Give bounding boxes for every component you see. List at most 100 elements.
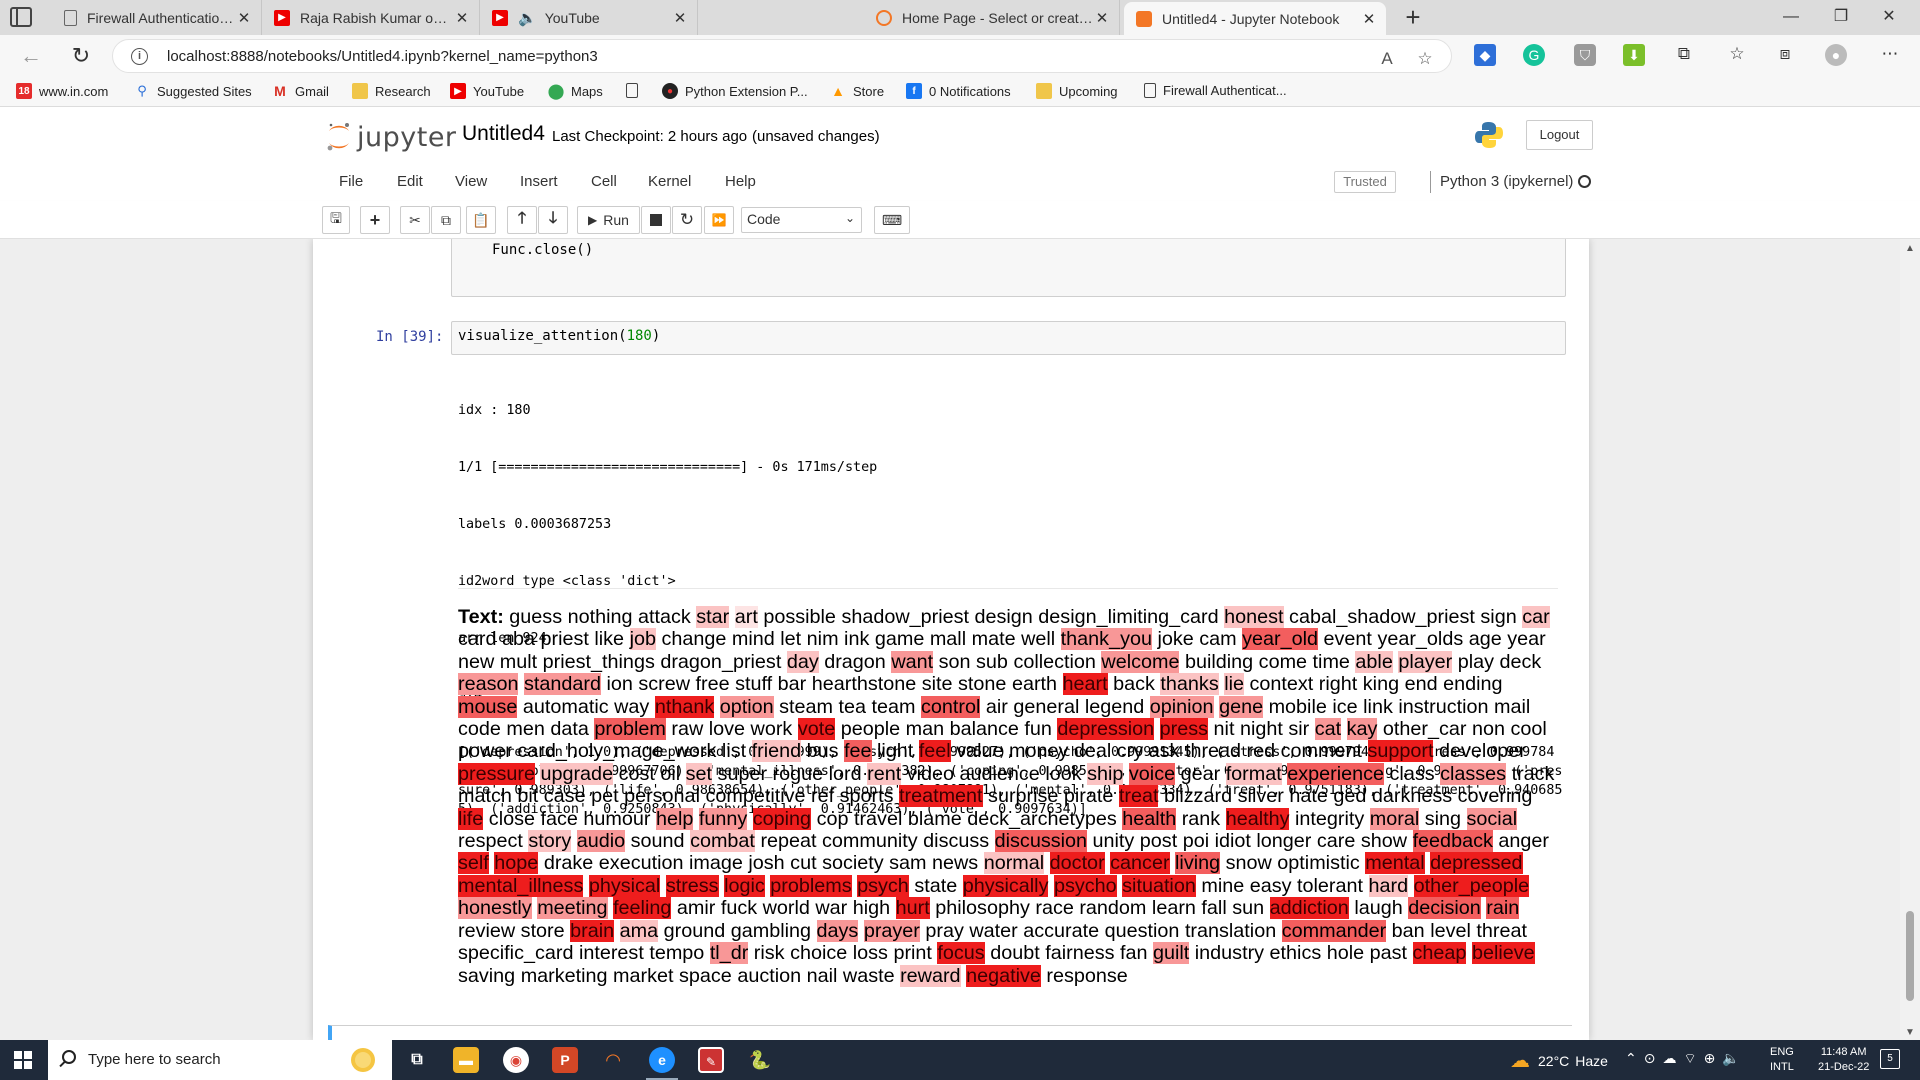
new-tab-button[interactable]: + bbox=[1398, 2, 1428, 33]
menu-cell[interactable]: Cell bbox=[591, 173, 617, 190]
windows-start-icon[interactable] bbox=[14, 1051, 32, 1069]
system-tray[interactable]: ⌃⊙☁⌔⊕🔈 bbox=[1625, 1050, 1747, 1068]
move-up-button[interactable]: 🡑 bbox=[507, 206, 537, 234]
url-text[interactable]: localhost:8888/notebooks/Untitled4.ipynb… bbox=[167, 48, 598, 65]
close-window-button[interactable]: ✕ bbox=[1866, 4, 1912, 30]
copy-button[interactable]: ⧉ bbox=[431, 206, 461, 234]
read-aloud-icon[interactable]: A bbox=[1375, 49, 1399, 69]
url-bar[interactable]: i localhost:8888/notebooks/Untitled4.ipy… bbox=[112, 39, 1452, 73]
move-down-button[interactable]: 🡓 bbox=[538, 206, 568, 234]
close-icon[interactable]: ✕ bbox=[1360, 10, 1378, 28]
menu-file[interactable]: File bbox=[339, 173, 363, 190]
jupyter-taskbar-icon[interactable]: ◠ bbox=[600, 1047, 626, 1073]
fav-store[interactable]: ▲ Store bbox=[830, 83, 884, 99]
taskbar-search-box[interactable]: Type here to search bbox=[48, 1040, 392, 1080]
trusted-badge[interactable]: Trusted bbox=[1334, 171, 1396, 193]
code-cell-input[interactable]: visualize_attention(180) bbox=[451, 321, 1566, 355]
attention-word: mate bbox=[971, 628, 1016, 651]
fav-notifications[interactable]: f 0 Notifications bbox=[906, 83, 1011, 99]
fav-maps[interactable]: ⬤ Maps bbox=[548, 83, 603, 100]
tab-firewall[interactable]: Firewall Authentication Keepalive ✕ bbox=[52, 0, 262, 35]
interrupt-button[interactable] bbox=[641, 206, 671, 234]
insert-cell-button[interactable]: + bbox=[360, 206, 390, 234]
fav-in-com[interactable]: 18 www.in.com bbox=[16, 83, 108, 99]
logout-button[interactable]: Logout bbox=[1526, 120, 1593, 150]
python-taskbar-icon[interactable]: 🐍 bbox=[747, 1047, 773, 1073]
run-button[interactable]: ▶ Run bbox=[577, 206, 640, 234]
next-cell[interactable] bbox=[328, 1025, 1572, 1040]
scroll-down-icon[interactable]: ▼ bbox=[1905, 1027, 1915, 1038]
scrollbar-thumb[interactable] bbox=[1906, 911, 1914, 1001]
restart-run-all-button[interactable]: ⏩ bbox=[704, 206, 734, 234]
notification-center-icon[interactable]: 5 bbox=[1880, 1049, 1900, 1069]
info-icon[interactable]: i bbox=[131, 48, 148, 65]
more-menu-icon[interactable]: ⋯ bbox=[1878, 44, 1902, 64]
grammarly-icon[interactable]: G bbox=[1523, 44, 1545, 66]
fav-python-extension[interactable]: ● Python Extension P... bbox=[662, 83, 808, 99]
network-icon[interactable]: ⊙ bbox=[1644, 1050, 1663, 1066]
fav-upcoming[interactable]: Upcoming bbox=[1036, 83, 1118, 99]
extension-diamond-icon[interactable]: ◆ bbox=[1474, 44, 1496, 66]
tab-home-page[interactable]: Home Page - Select or create a notebook … bbox=[864, 0, 1120, 35]
jupyter-logo[interactable]: jupyter bbox=[326, 121, 457, 153]
restart-button[interactable]: ↻ bbox=[672, 206, 702, 234]
fav-research[interactable]: Research bbox=[352, 83, 431, 99]
edge-icon[interactable]: e bbox=[649, 1047, 675, 1073]
back-arrow-icon[interactable]: ← bbox=[16, 43, 46, 69]
fav-firewall[interactable]: Firewall Authenticat... bbox=[1144, 83, 1287, 98]
refresh-icon[interactable]: ↻ bbox=[66, 43, 96, 69]
close-icon[interactable]: ✕ bbox=[453, 9, 471, 27]
fav-doc[interactable] bbox=[626, 83, 645, 98]
page-scrollbar[interactable]: ▲ ▼ bbox=[1900, 239, 1920, 1040]
chevron-up-icon[interactable]: ⌃ bbox=[1625, 1050, 1644, 1066]
favorite-star-icon[interactable]: ☆ bbox=[1413, 49, 1437, 69]
attention-word: execution bbox=[598, 852, 684, 875]
cut-button[interactable]: ✂ bbox=[400, 206, 430, 234]
notebook-name[interactable]: Untitled4 bbox=[462, 122, 545, 146]
attention-word: brain bbox=[570, 919, 615, 942]
menu-view[interactable]: View bbox=[455, 173, 487, 190]
cloud-icon[interactable]: ☁ bbox=[1662, 1050, 1683, 1066]
fav-youtube[interactable]: ▶ YouTube bbox=[450, 83, 524, 99]
wifi-icon[interactable]: ⌔ bbox=[1683, 1050, 1703, 1066]
weather-widget[interactable]: ☁ 22°C Haze bbox=[1510, 1048, 1608, 1073]
profile-avatar-icon[interactable]: ● bbox=[1825, 44, 1847, 66]
language-indicator[interactable]: ENG INTL bbox=[1770, 1045, 1794, 1075]
tab-untitled4[interactable]: Untitled4 - Jupyter Notebook ✕ bbox=[1124, 2, 1386, 35]
scroll-up-icon[interactable]: ▲ bbox=[1905, 243, 1915, 254]
previous-code-cell[interactable]: Func.close() bbox=[451, 239, 1566, 297]
tab-actions-icon[interactable] bbox=[10, 7, 32, 27]
extensions-icon[interactable]: ⧉ bbox=[1672, 44, 1696, 64]
save-button[interactable]: 🖫 bbox=[322, 206, 350, 234]
paste-button[interactable]: 📋 bbox=[466, 206, 496, 234]
menu-insert[interactable]: Insert bbox=[520, 173, 558, 190]
tab-youtube[interactable]: ▶ 🔈 YouTube ✕ bbox=[480, 0, 698, 35]
minimize-button[interactable]: — bbox=[1768, 4, 1814, 30]
kernel-name[interactable]: Python 3 (ipykernel) bbox=[1440, 173, 1573, 190]
close-icon[interactable]: ✕ bbox=[235, 9, 253, 27]
file-explorer-icon[interactable]: ▬ bbox=[453, 1047, 479, 1073]
chrome-icon[interactable]: ◉ bbox=[503, 1047, 529, 1073]
menu-kernel[interactable]: Kernel bbox=[648, 173, 691, 190]
cell-type-select[interactable]: Code ⌄ bbox=[741, 207, 862, 233]
drawing-app-icon[interactable]: ✎ bbox=[698, 1047, 724, 1073]
collections-icon[interactable]: ⧈ bbox=[1773, 44, 1797, 64]
close-icon[interactable]: ✕ bbox=[1093, 9, 1111, 27]
favorites-icon[interactable]: ☆ bbox=[1725, 44, 1749, 64]
close-icon[interactable]: ✕ bbox=[671, 9, 689, 27]
command-palette-button[interactable]: ⌨ bbox=[874, 206, 910, 234]
powerpoint-icon[interactable]: P bbox=[552, 1047, 578, 1073]
shield-icon[interactable]: ⛉ bbox=[1574, 44, 1596, 66]
fav-suggested-sites[interactable]: ⚲ Suggested Sites bbox=[134, 83, 251, 99]
menu-help[interactable]: Help bbox=[725, 173, 756, 190]
attention-word: deck_archetypes bbox=[967, 807, 1117, 830]
task-view-icon[interactable]: ⧉ bbox=[404, 1047, 430, 1073]
clock[interactable]: 11:48 AM 21-Dec-22 bbox=[1818, 1045, 1869, 1075]
restore-button[interactable]: ❐ bbox=[1818, 4, 1864, 30]
fav-gmail[interactable]: M Gmail bbox=[272, 83, 329, 99]
download-extension-icon[interactable]: ⬇ bbox=[1623, 44, 1645, 66]
globe-icon[interactable]: ⊕ bbox=[1704, 1050, 1723, 1066]
tab-raja-rabish[interactable]: ▶ Raja Rabish Kumar on Ravish Kumar ✕ bbox=[262, 0, 480, 35]
volume-icon[interactable]: 🔈 bbox=[1722, 1050, 1746, 1066]
menu-edit[interactable]: Edit bbox=[397, 173, 423, 190]
